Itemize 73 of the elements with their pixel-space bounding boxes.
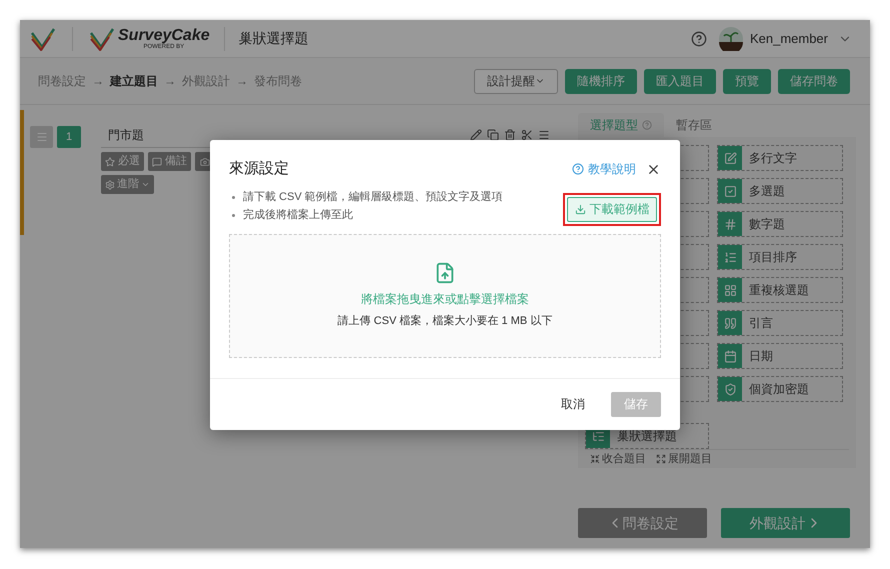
question-number: 1	[57, 126, 81, 148]
avatar-icon[interactable]	[718, 26, 743, 50]
bullet-icon	[232, 196, 235, 198]
step-arrow: →	[164, 73, 176, 90]
shrink-icon	[590, 454, 600, 464]
option-tag[interactable]: 備註	[148, 152, 191, 171]
panel-tab[interactable]: 暫存區	[664, 113, 724, 137]
previous-button[interactable]: 問卷設定	[578, 508, 707, 538]
step-link[interactable]: 發布問卷	[254, 72, 302, 90]
user-name[interactable]: Ken_member	[750, 28, 828, 48]
question-type-item[interactable]: 項目排序	[717, 244, 843, 270]
collapse-link[interactable]: 收合題目	[590, 450, 646, 468]
drop-hint: 請上傳 CSV 檔案，檔案大小要在 1 MB 以下	[338, 314, 552, 329]
tree-icon	[592, 430, 604, 442]
download-sample-button[interactable]: 下載範例檔	[567, 196, 657, 222]
question-type-icon	[724, 316, 736, 330]
question-type-item[interactable]: 個資加密題	[717, 376, 843, 402]
menu-icon[interactable]	[538, 129, 550, 141]
drop-title: 將檔案拖曳進來或點擊選擇檔案	[361, 290, 529, 308]
caret-icon	[141, 180, 150, 189]
step-arrow: →	[92, 73, 104, 90]
question-type-item[interactable]: 多行文字	[717, 145, 843, 171]
instruction-text: 請下載 CSV 範例檔，編輯層級標題、預設文字及選項	[243, 190, 503, 204]
product-name: SurveyCake	[118, 28, 210, 44]
design-tip-button[interactable]: 設計提醒	[474, 68, 558, 94]
instruction-text: 完成後將檔案上傳至此	[243, 208, 353, 223]
question-type-icon	[724, 284, 736, 296]
modal-title: 來源設定	[229, 159, 289, 179]
question-type-icon	[724, 250, 736, 264]
panel-tab[interactable]: 選擇題型	[578, 113, 664, 137]
expand-icon	[656, 454, 666, 464]
question-type-item[interactable]: 重複核選題	[717, 277, 843, 303]
question-type-item[interactable]: 多選題	[717, 178, 843, 204]
step-link[interactable]: 建立題目	[110, 72, 158, 90]
toolbar-button[interactable]: 隨機排序	[565, 68, 637, 94]
cancel-button[interactable]: 取消	[561, 395, 585, 414]
drag-handle[interactable]	[30, 126, 53, 148]
question-type-icon	[724, 152, 736, 164]
bullet-icon	[232, 214, 235, 217]
step-link[interactable]: 問卷設定	[38, 72, 86, 90]
comment-icon	[152, 156, 162, 166]
question-title[interactable]: 門市題	[108, 126, 144, 144]
tutorial-link[interactable]: 教學說明	[572, 160, 636, 178]
question-type-item[interactable]: 數字題	[717, 211, 843, 237]
help-icon[interactable]	[690, 30, 707, 46]
question-type-icon	[724, 218, 736, 230]
expand-link[interactable]: 展開題目	[656, 450, 712, 468]
gear-icon	[105, 180, 115, 190]
toolbar-button[interactable]: 儲存問卷	[778, 68, 850, 94]
step-arrow: →	[236, 73, 248, 90]
delete-icon[interactable]	[504, 129, 516, 141]
brand-logo-icon	[89, 26, 115, 50]
brand-logo-icon	[30, 26, 56, 50]
toolbar-button[interactable]: 預覽	[723, 68, 771, 94]
option-tag[interactable]: 必選	[101, 152, 144, 171]
question-type-item[interactable]: 引言	[717, 310, 843, 336]
help-icon	[572, 163, 584, 176]
page-title: 巢狀選擇題	[238, 29, 309, 48]
drop-zone[interactable]: 將檔案拖曳進來或點擊選擇檔案 請上傳 CSV 檔案，檔案大小要在 1 MB 以下	[229, 234, 661, 358]
download-icon	[574, 204, 586, 214]
file-upload-icon	[434, 262, 456, 284]
copy-icon[interactable]	[487, 129, 499, 141]
question-type-item[interactable]: 日期	[717, 343, 843, 369]
star-icon	[105, 156, 115, 166]
question-type-icon	[724, 184, 736, 198]
edit-icon[interactable]	[470, 129, 482, 141]
advanced-button[interactable]: 進階	[101, 175, 154, 194]
step-link[interactable]: 外觀設計	[182, 72, 230, 90]
question-type-icon	[724, 382, 736, 396]
toolbar-button[interactable]: 匯入題目	[644, 68, 716, 94]
scissors-icon[interactable]	[521, 129, 533, 141]
question-type-icon	[724, 350, 736, 362]
next-button[interactable]: 外觀設計	[721, 508, 850, 538]
